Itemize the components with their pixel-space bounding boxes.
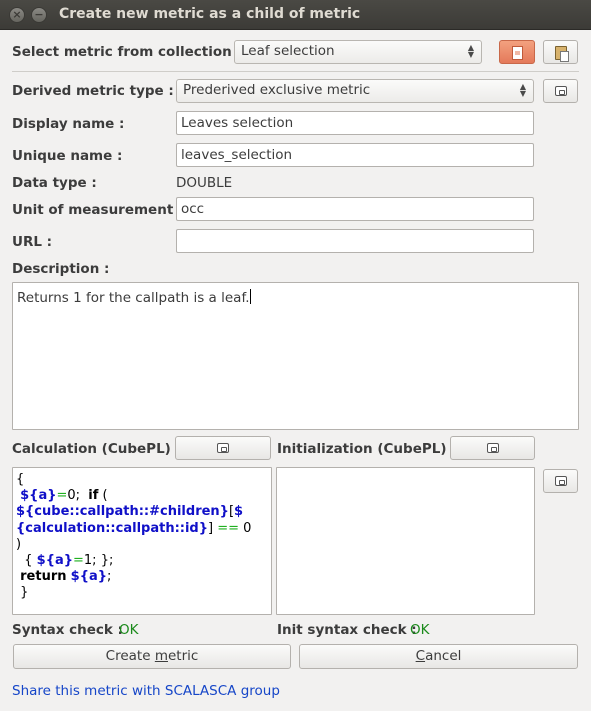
syntax-check-status: OK: [119, 622, 139, 638]
code-token: ${a}: [70, 569, 107, 585]
initialization-extra-button[interactable]: [543, 469, 578, 493]
create-metric-button[interactable]: Create metric: [13, 644, 291, 669]
description-textarea[interactable]: Returns 1 for the callpath is a leaf.: [12, 282, 579, 430]
code-line: return ${a};: [16, 569, 268, 585]
code-token: ;: [106, 569, 112, 585]
code-token: {: [16, 553, 37, 569]
close-window-button[interactable]: ×: [9, 7, 25, 23]
init-syntax-check-status: OK: [410, 622, 430, 638]
display-name-label: Display name :: [12, 116, 125, 132]
url-label: URL :: [12, 234, 53, 250]
calculation-code: { ${a}=0; if (${cube::callpath::#childre…: [16, 472, 268, 602]
code-token: =: [73, 553, 84, 569]
code-token: }: [16, 585, 29, 601]
derived-type-help-button[interactable]: [543, 79, 578, 103]
unit-label: Unit of measurement :: [12, 202, 184, 218]
data-type-label: Data type :: [12, 175, 97, 191]
unit-field[interactable]: occ: [176, 197, 534, 221]
edit-icon: [217, 443, 229, 453]
code-token: (: [98, 488, 108, 504]
edit-icon: [554, 86, 567, 96]
derived-type-select[interactable]: Prederived exclusive metric ▲ ▼: [176, 79, 534, 103]
code-token: ${a}: [36, 553, 73, 569]
init-syntax-check-label: Init syntax check :: [277, 622, 417, 638]
code-token: {calculation::callpath::id}: [16, 520, 208, 536]
create-metric-label: Create metric: [105, 648, 199, 664]
code-line: { ${a}=1; };: [16, 553, 268, 569]
calculation-label: Calculation (CubePL) :: [12, 441, 181, 457]
new-document-icon: [511, 46, 523, 60]
new-metric-button[interactable]: [499, 40, 535, 64]
collection-label: Select metric from collection :: [12, 44, 242, 60]
data-type-value: DOUBLE: [176, 175, 233, 191]
combo-arrows-icon: ▲ ▼: [519, 82, 526, 98]
window-title: Create new metric as a child of metric: [59, 6, 361, 22]
edit-icon: [554, 476, 567, 486]
code-token: 1; };: [83, 553, 114, 569]
code-token: 0;: [67, 488, 89, 504]
cancel-button[interactable]: Cancel: [299, 644, 578, 669]
paste-icon: [554, 46, 569, 62]
derived-type-label: Derived metric type :: [12, 83, 174, 99]
paste-metric-button[interactable]: [543, 40, 578, 64]
code-token: return: [20, 569, 67, 585]
code-token: ): [16, 536, 22, 552]
collection-selected-value: Leaf selection: [241, 43, 335, 59]
close-icon: ×: [12, 8, 22, 21]
code-token: if: [88, 488, 99, 504]
code-token: ${cube::callpath::#children}: [16, 504, 229, 520]
display-name-field[interactable]: Leaves selection: [176, 111, 534, 135]
code-line: ${a}=0; if (: [16, 488, 268, 504]
description-label: Description :: [12, 261, 110, 277]
minimize-window-button[interactable]: −: [31, 7, 47, 23]
url-field[interactable]: [176, 229, 534, 253]
code-line: ${cube::callpath::#children}[$: [16, 504, 268, 520]
share-metric-link[interactable]: Share this metric with SCALASCA group: [12, 683, 280, 699]
initialization-label: Initialization (CubePL) :: [277, 441, 457, 457]
code-token: ]: [208, 520, 218, 536]
edit-icon: [486, 443, 499, 453]
code-line: }: [16, 585, 268, 601]
syntax-check-label: Syntax check :: [12, 622, 123, 638]
code-token: $: [234, 504, 244, 520]
description-text: Returns 1 for the callpath is a leaf.: [17, 290, 250, 306]
code-line: {calculation::callpath::id}] == 0: [16, 521, 268, 537]
code-line: ): [16, 537, 268, 553]
initialization-edit-button[interactable]: [450, 436, 535, 460]
minimize-icon: −: [34, 8, 44, 21]
code-token: 0: [239, 520, 252, 536]
title-bar: × − Create new metric as a child of metr…: [0, 0, 591, 30]
initialization-editor[interactable]: [276, 467, 535, 615]
separator: [12, 71, 579, 72]
code-token: ${a}: [20, 488, 57, 504]
code-token: ==: [217, 520, 240, 536]
text-cursor: [249, 289, 251, 304]
calculation-edit-button[interactable]: [175, 436, 271, 460]
collection-select[interactable]: Leaf selection ▲ ▼: [234, 40, 482, 64]
unique-name-field[interactable]: leaves_selection: [176, 143, 534, 167]
code-line: {: [16, 472, 268, 488]
cancel-label: Cancel: [415, 648, 462, 664]
unique-name-label: Unique name :: [12, 148, 123, 164]
code-token: {: [16, 472, 25, 487]
code-token: =: [56, 488, 68, 504]
combo-arrows-icon: ▲ ▼: [467, 43, 474, 59]
derived-type-selected-value: Prederived exclusive metric: [183, 82, 371, 98]
